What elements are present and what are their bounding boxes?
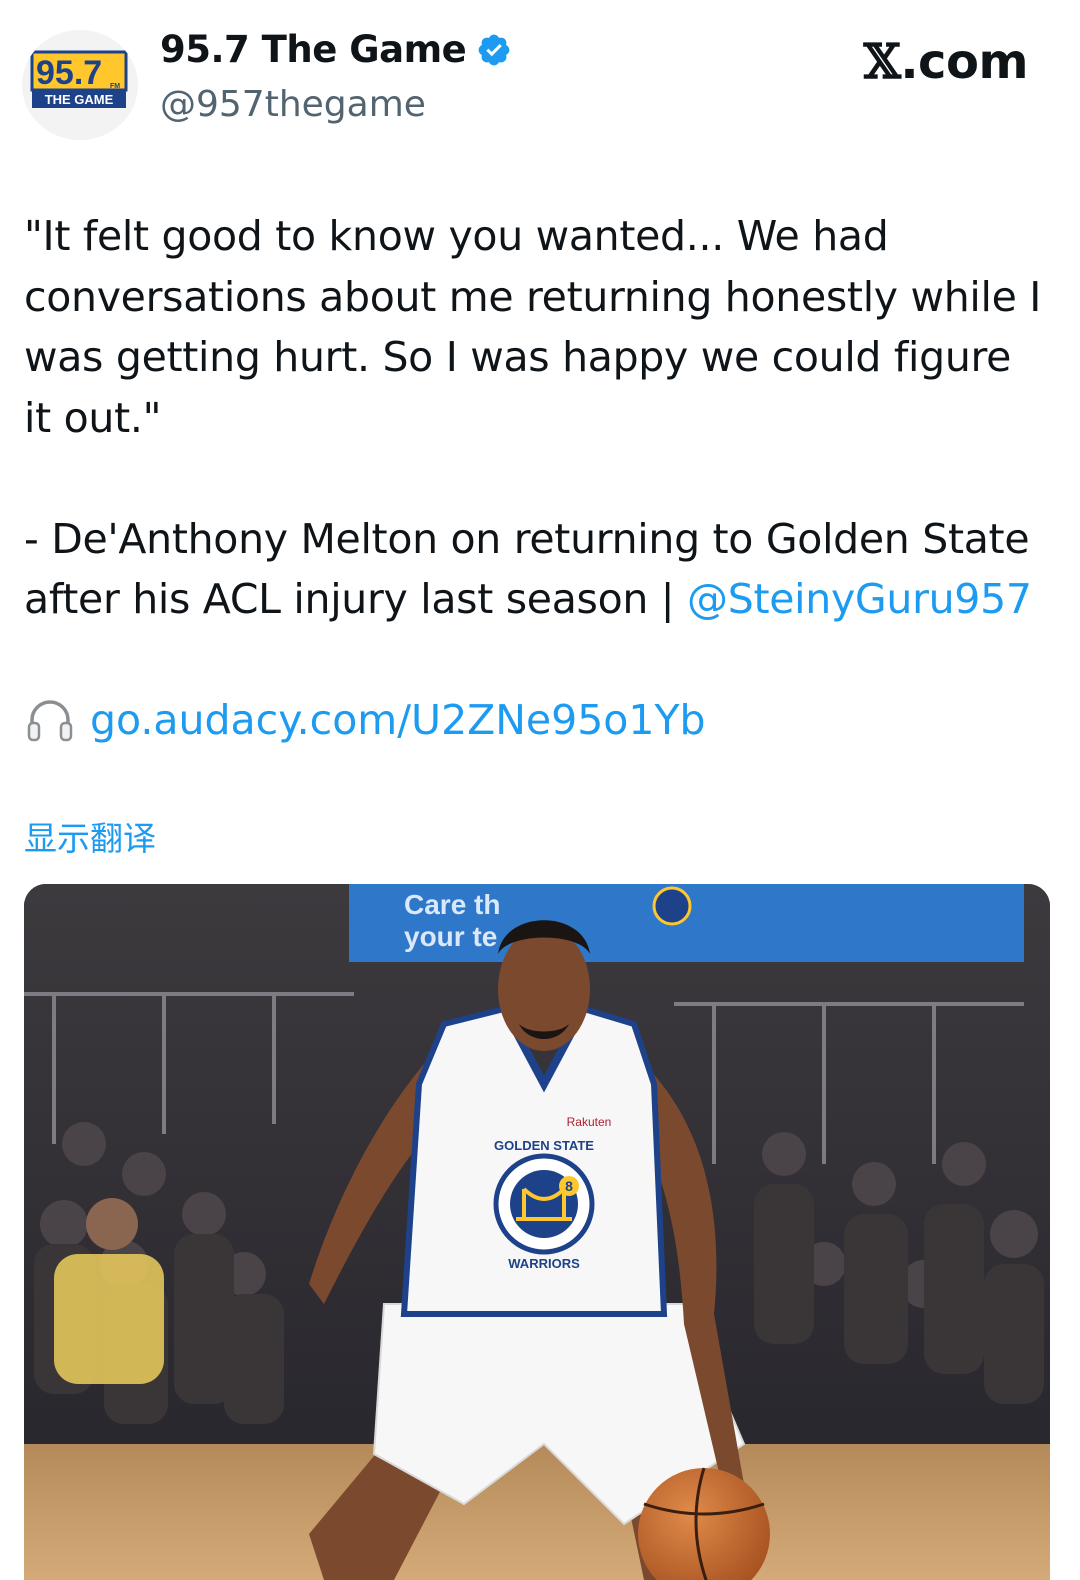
account-handle[interactable]: @957thegame <box>160 84 426 125</box>
x-logo-icon: 𝕏 <box>863 34 901 90</box>
jersey-number: 8 <box>565 1178 573 1194</box>
brand-suffix: .com <box>900 34 1028 90</box>
banner-text-1: Care th <box>404 889 500 920</box>
display-name-row[interactable]: 95.7 The Game <box>160 28 512 71</box>
mention-link[interactable]: @SteinyGuru957 <box>687 575 1032 623</box>
player-photo-illustration: Care th your te 8 GOLDEN STATE WARRIORS … <box>24 884 1050 1580</box>
verified-badge-icon <box>478 34 510 65</box>
avatar-logo-fm: FM <box>110 83 120 90</box>
audio-link-row[interactable]: go.audacy.com/U2ZNe95o1Yb <box>24 694 706 746</box>
display-name[interactable]: 95.7 The Game <box>160 28 467 71</box>
audio-link[interactable]: go.audacy.com/U2ZNe95o1Yb <box>90 696 706 744</box>
account-avatar[interactable]: 95.7 FM THE GAME <box>22 30 138 140</box>
x-brand-watermark: 𝕏.com <box>863 34 1029 90</box>
jersey-sponsor: Rakuten <box>567 1115 612 1129</box>
tweet-quote: "It felt good to know you wanted... We h… <box>24 212 1042 442</box>
show-translation-button[interactable]: 显示翻译 <box>24 812 156 860</box>
jersey-team-bottom: WARRIORS <box>508 1256 580 1271</box>
avatar-logo-number: 95.7 <box>36 54 102 92</box>
headphones-icon <box>27 700 73 742</box>
tweet-photo[interactable]: Care th your te 8 GOLDEN STATE WARRIORS … <box>24 884 1050 1580</box>
tweet-text: "It felt good to know you wanted... We h… <box>24 206 1044 630</box>
avatar-logo-text: THE GAME <box>45 92 114 107</box>
tweet-attribution-line: - De'Anthony Melton on returning to Gold… <box>24 509 1044 630</box>
banner-text-2: your te <box>404 921 497 952</box>
jersey-team-top: GOLDEN STATE <box>494 1138 594 1153</box>
